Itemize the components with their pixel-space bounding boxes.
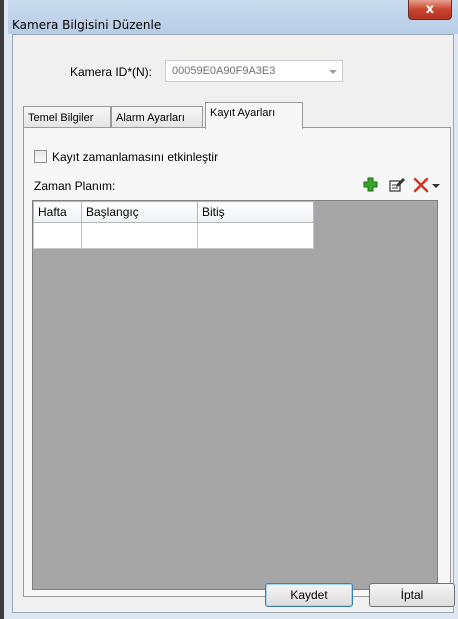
camera-id-select[interactable]: 00059E0A90F9A3E3	[165, 60, 343, 82]
close-button[interactable]: x	[408, 0, 452, 20]
column-header-start[interactable]: Başlangıç	[81, 201, 198, 223]
title-bar[interactable]: Kamera Bilgisini Düzenle x	[8, 0, 458, 34]
table-cell[interactable]	[33, 222, 82, 249]
column-header-end[interactable]: Bitiş	[197, 201, 314, 223]
dialog-body: Kamera ID*(N): 00059E0A90F9A3E3 Temel Bi…	[12, 34, 455, 613]
table-cell[interactable]	[197, 222, 314, 249]
dropdown-arrow-icon	[432, 184, 440, 188]
chevron-down-icon	[329, 70, 337, 74]
tab-alarm-settings[interactable]: Alarm Ayarları	[111, 106, 203, 128]
tab-label: Temel Bilgiler	[28, 112, 94, 124]
table-cell[interactable]	[81, 222, 198, 249]
cancel-button[interactable]: İptal	[369, 583, 455, 607]
tab-label: Alarm Ayarları	[116, 112, 185, 124]
tab-recording-settings[interactable]: Kayıt Ayarları	[205, 102, 303, 129]
delete-button[interactable]	[412, 176, 430, 194]
column-header-week[interactable]: Hafta	[33, 201, 82, 223]
schedule-table: Hafta Başlangıç Bitiş	[33, 201, 314, 249]
schedule-grid[interactable]: Hafta Başlangıç Bitiş	[32, 200, 438, 590]
add-button[interactable]	[362, 176, 380, 194]
table-row[interactable]	[33, 222, 314, 249]
delete-icon	[413, 177, 429, 193]
edit-icon	[389, 178, 405, 192]
close-icon: x	[425, 2, 435, 17]
dialog-window: Kamera Bilgisini Düzenle x Kamera ID*(N)…	[0, 0, 458, 619]
camera-id-label: Kamera ID*(N):	[70, 65, 153, 79]
tab-label: Kayıt Ayarları	[210, 107, 276, 119]
delete-menu-button[interactable]	[430, 176, 442, 194]
table-header-row: Hafta Başlangıç Bitiş	[33, 201, 314, 223]
window-title: Kamera Bilgisini Düzenle	[12, 18, 162, 32]
time-plan-label: Zaman Planım:	[34, 179, 116, 193]
edit-button[interactable]	[388, 176, 406, 194]
enable-schedule-label[interactable]: Kayıt zamanlamasını etkinleştir	[52, 150, 218, 164]
add-icon	[363, 177, 378, 192]
camera-id-value: 00059E0A90F9A3E3	[172, 65, 276, 77]
recording-settings-panel: Kayıt zamanlamasını etkinleştir Zaman Pl…	[23, 127, 451, 597]
tab-basic-info[interactable]: Temel Bilgiler	[23, 106, 111, 128]
enable-schedule-checkbox[interactable]	[34, 150, 47, 163]
save-button[interactable]: Kaydet	[265, 583, 353, 607]
